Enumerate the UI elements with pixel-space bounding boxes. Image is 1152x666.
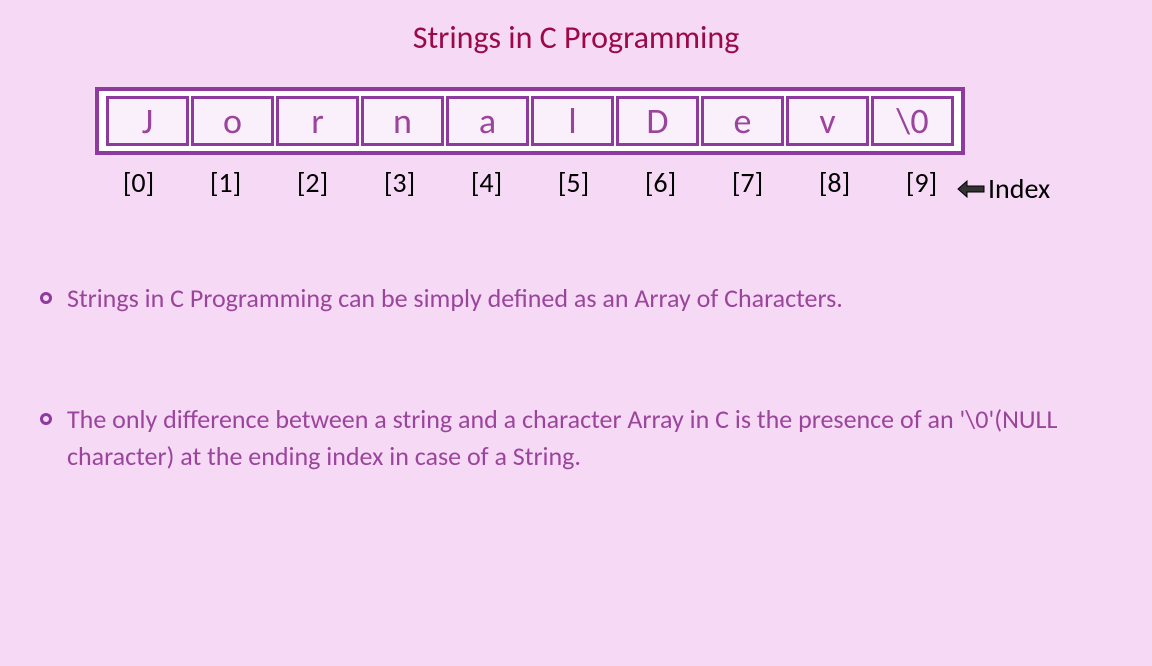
index-label-cell: [1]	[182, 165, 269, 200]
array-cell: D	[616, 96, 699, 146]
array-cell: o	[191, 96, 274, 146]
index-label-cell: [6]	[617, 165, 704, 200]
index-arrow-label: Index	[957, 171, 1050, 206]
page-title: Strings in C Programming	[0, 18, 1152, 57]
index-label-cell: [7]	[704, 165, 791, 200]
bullet-list: Strings in C Programming can be simply d…	[40, 280, 1112, 474]
bullet-dot-icon	[40, 413, 52, 425]
array-cell: l	[531, 96, 614, 146]
array-cell: a	[446, 96, 529, 146]
array-cell: r	[276, 96, 359, 146]
char-array: J o r n a l D e v \0	[95, 87, 965, 155]
index-label-cell: [2]	[269, 165, 356, 200]
index-label-cell: [4]	[443, 165, 530, 200]
array-cell: J	[106, 96, 189, 146]
array-cell: n	[361, 96, 444, 146]
bullet-text: The only difference between a string and…	[67, 401, 1112, 474]
bullet-text: Strings in C Programming can be simply d…	[67, 280, 843, 316]
index-label-cell: [9]	[878, 165, 965, 200]
index-label-cell: [3]	[356, 165, 443, 200]
array-cell: v	[786, 96, 869, 146]
index-text-label: Index	[988, 171, 1050, 206]
index-row: [0] [1] [2] [3] [4] [5] [6] [7] [8] [9] …	[95, 165, 965, 200]
left-arrow-icon	[957, 180, 985, 198]
bullet-item: The only difference between a string and…	[40, 401, 1112, 474]
bullet-item: Strings in C Programming can be simply d…	[40, 280, 1112, 316]
array-cell: \0	[871, 96, 954, 146]
index-label-cell: [5]	[530, 165, 617, 200]
array-cell: e	[701, 96, 784, 146]
index-label-cell: [0]	[95, 165, 182, 200]
bullet-dot-icon	[40, 292, 52, 304]
index-label-cell: [8]	[791, 165, 878, 200]
